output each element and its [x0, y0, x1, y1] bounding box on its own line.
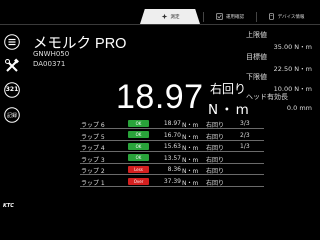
- log-row: ラップ 5 OK 16.70 N・m 右回り 2/3: [80, 130, 264, 141]
- torque-direction: 右回り: [210, 82, 247, 96]
- target-value: 22.50 N・m: [273, 65, 312, 73]
- brand-logo: KTC: [3, 203, 14, 209]
- row-divider: [80, 186, 264, 187]
- log-value: 15.63: [163, 143, 181, 151]
- target-label: 目標値: [246, 53, 267, 61]
- tab-label: 運用確認: [226, 14, 244, 20]
- status-badge: Less: [128, 165, 149, 173]
- log-value: 18.97: [163, 120, 181, 127]
- top-divider: [0, 24, 320, 25]
- status-badge: OK: [128, 142, 149, 150]
- log-value: 8.36: [167, 166, 181, 174]
- head-length-value: 0.0 mm: [286, 104, 312, 112]
- tab-device-info[interactable]: デバイス情報: [257, 9, 315, 24]
- status-badge: OK: [128, 119, 149, 127]
- upper-limit-label: 上限値: [246, 31, 267, 39]
- check-icon: [216, 13, 223, 20]
- log-value: 16.70: [163, 131, 181, 139]
- status-badge: OK: [128, 154, 149, 162]
- torque-unit: N・m: [208, 102, 251, 118]
- upper-limit-value: 35.00 N・m: [273, 43, 312, 51]
- wrench-tab-icon: [161, 13, 167, 20]
- tab-label: 測定: [170, 14, 180, 20]
- head-length-label: ヘッド有効長: [246, 93, 288, 101]
- device-serial: DA00371: [33, 60, 66, 68]
- device-model: GNWH050: [33, 50, 70, 58]
- status-badge: Over: [128, 177, 149, 185]
- memory-icon[interactable]: 記録: [4, 107, 20, 123]
- tab-divider: [203, 12, 204, 22]
- lower-limit-label: 下限値: [246, 73, 267, 81]
- status-badge: OK: [128, 131, 149, 139]
- tab-operation-check[interactable]: 運用確認: [205, 9, 255, 24]
- memory-text: 記録: [6, 112, 17, 119]
- tab-measure[interactable]: 測定: [140, 9, 200, 24]
- countdown-text: 321: [5, 86, 19, 93]
- menu-icon[interactable]: [4, 34, 20, 50]
- tab-label: デバイス情報: [277, 14, 305, 20]
- log-count: 2/3: [240, 131, 250, 139]
- log-count: 3/3: [240, 120, 250, 127]
- log-value: 13.57: [163, 154, 181, 162]
- tools-icon[interactable]: [4, 58, 20, 74]
- log-row: ラップ 1 Over 37.39 N・m 右回り: [80, 176, 264, 187]
- countdown-icon[interactable]: 321: [4, 82, 20, 98]
- log-count: 1/3: [240, 143, 250, 151]
- log-row: ラップ 6 OK 18.97 N・m 右回り 3/3: [80, 118, 264, 129]
- log-value: 37.39: [163, 178, 181, 185]
- torque-value: 18.97: [116, 78, 204, 116]
- log-row: ラップ 2 Less 8.36 N・m 右回り: [80, 164, 264, 176]
- device-icon: [268, 13, 274, 20]
- log-row: ラップ 4 OK 15.63 N・m 右回り 1/3: [80, 141, 264, 153]
- log-row: ラップ 3 OK 13.57 N・m 右回り: [80, 153, 264, 164]
